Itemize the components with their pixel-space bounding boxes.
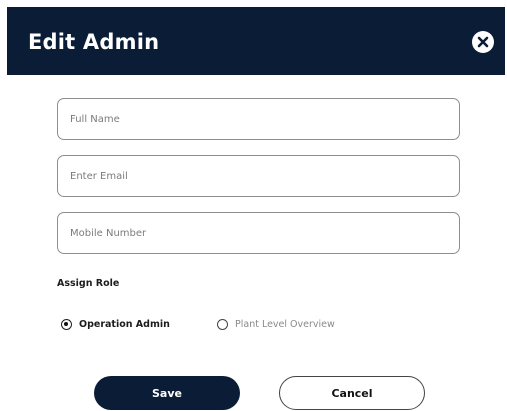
dialog-title: Edit Admin — [28, 30, 160, 54]
radio-unselected-icon — [217, 318, 228, 330]
cancel-button[interactable]: Cancel — [279, 376, 425, 410]
radio-selected-icon — [61, 318, 72, 330]
radio-operation-admin[interactable]: Operation Admin — [61, 318, 170, 330]
edit-admin-dialog: Edit Admin Assign Role Operation Admin P… — [0, 0, 507, 411]
radio-label-plant-level-overview: Plant Level Overview — [235, 318, 335, 330]
full-name-field[interactable] — [57, 98, 460, 140]
radio-label-operation-admin: Operation Admin — [79, 318, 170, 330]
email-field[interactable] — [57, 155, 460, 197]
assign-role-label: Assign Role — [57, 278, 120, 289]
save-button[interactable]: Save — [94, 376, 240, 410]
mobile-number-field[interactable] — [57, 212, 460, 254]
radio-plant-level-overview[interactable]: Plant Level Overview — [217, 318, 335, 330]
dialog-header: Edit Admin — [7, 7, 505, 75]
close-icon — [477, 36, 489, 48]
close-button[interactable] — [472, 31, 494, 53]
